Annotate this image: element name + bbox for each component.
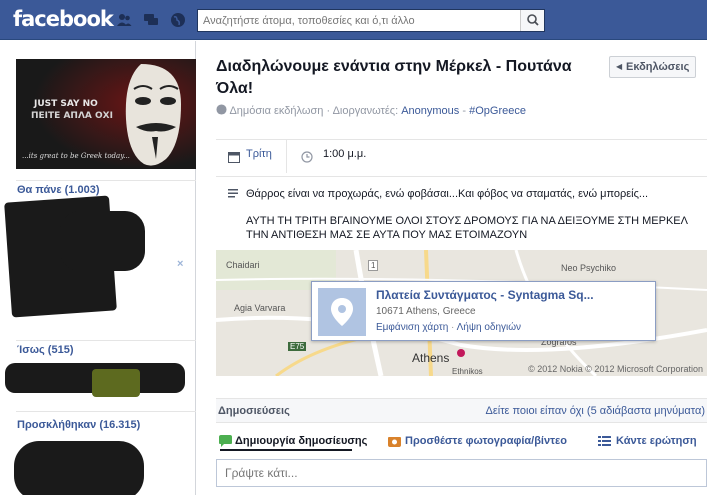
visibility-label: Δημόσια εκδήλωση bbox=[229, 105, 324, 117]
divider bbox=[216, 176, 707, 177]
question-list-icon bbox=[598, 436, 611, 446]
status-post-icon bbox=[219, 435, 232, 447]
close-icon[interactable]: × bbox=[177, 258, 183, 270]
search-box bbox=[197, 9, 545, 32]
map-label-chaidari: Chaidari bbox=[226, 260, 260, 270]
location-card: Πλατεία Συντάγματος - Syntagma Sq... 106… bbox=[311, 281, 656, 341]
map-label-neo-psychiko: Neo Psychiko bbox=[561, 263, 617, 273]
show-map-link[interactable]: Εμφάνιση χάρτη bbox=[376, 322, 448, 333]
event-description-line2: ΑΥΤΗ ΤΗ ΤΡΙΤΗ ΒΓΑΙΝΟΥΜΕ ΟΛΟΙ ΣΤΟΥΣ ΔΡΟΜΟ… bbox=[246, 215, 688, 241]
notifications-globe-icon[interactable] bbox=[170, 12, 186, 28]
divider bbox=[16, 340, 196, 341]
posts-header: Δημοσιεύσεις Δείτε ποιοι είπαν όχι (5 αδ… bbox=[216, 398, 707, 423]
host-link-anonymous[interactable]: Anonymous bbox=[401, 105, 459, 117]
separator-dot: · bbox=[326, 105, 331, 117]
messages-icon[interactable] bbox=[143, 12, 159, 28]
events-back-button[interactable]: ◀ Εκδηλώσεις bbox=[609, 56, 697, 78]
public-globe-icon bbox=[216, 104, 227, 115]
map-pin-icon bbox=[331, 298, 353, 326]
write-something-input[interactable] bbox=[217, 460, 706, 486]
going-count-link[interactable]: Θα πάνε (1.003) bbox=[17, 184, 100, 196]
friend-requests-icon[interactable] bbox=[116, 12, 132, 28]
active-tab-indicator bbox=[220, 449, 352, 451]
map-copyright: © 2012 Nokia © 2012 Microsoft Corporatio… bbox=[528, 364, 703, 374]
location-thumbnail[interactable] bbox=[318, 288, 366, 336]
location-address: 10671 Athens, Greece bbox=[376, 306, 476, 317]
maybe-count-link[interactable]: Ίσως (515) bbox=[17, 344, 73, 356]
chevron-left-icon: ◀ bbox=[616, 62, 623, 71]
event-cover-photo[interactable]: JUST SAY NO ΠΕΙΤΕ ΑΠΛΑ ΟΧΙ ...its great … bbox=[16, 59, 196, 169]
hosts-label: Διοργανωτές: bbox=[332, 105, 399, 117]
tab-add-photo-video[interactable]: Προσθέστε φωτογραφία/βίντεο bbox=[405, 435, 567, 447]
top-bar: facebook bbox=[0, 0, 707, 40]
divider bbox=[216, 139, 707, 140]
event-day[interactable]: Τρίτη bbox=[246, 148, 272, 166]
location-name-link[interactable]: Πλατεία Συντάγματος - Syntagma Sq... bbox=[376, 288, 646, 302]
facebook-logo[interactable]: facebook bbox=[13, 7, 114, 31]
cover-text-line1: JUST SAY NO bbox=[34, 99, 98, 109]
search-icon bbox=[527, 14, 539, 26]
map-route-e75-badge: E75 bbox=[288, 342, 307, 351]
invited-count-link[interactable]: Προσκλήθηκαν (16.315) bbox=[17, 419, 140, 431]
event-time: 1:00 μ.μ. bbox=[323, 148, 367, 160]
search-input[interactable] bbox=[198, 10, 516, 31]
events-button-label: Εκδηλώσεις bbox=[626, 61, 690, 73]
separator-dot: · bbox=[451, 322, 455, 333]
tab-create-post[interactable]: Δημιουργία δημοσίευσης bbox=[235, 435, 367, 447]
map-label-athens: Athens bbox=[412, 351, 450, 365]
map-route-1-badge: 1 bbox=[368, 260, 379, 271]
composer-box bbox=[216, 459, 707, 487]
divider bbox=[16, 411, 196, 412]
search-button[interactable] bbox=[520, 10, 544, 31]
location-links: Εμφάνιση χάρτη · Λήψη οδηγιών bbox=[376, 322, 521, 333]
map-label-ethnikos: Ethnikos bbox=[452, 367, 483, 376]
calendar-icon bbox=[228, 152, 240, 163]
declined-link[interactable]: Δείτε ποιοι είπαν όχι (5 αδιάβαστα μηνύμ… bbox=[486, 405, 706, 417]
event-meta: Δημόσια εκδήλωση · Διοργανωτές: Anonymou… bbox=[216, 104, 526, 117]
clock-icon bbox=[301, 151, 313, 163]
get-directions-link[interactable]: Λήψη οδηγιών bbox=[457, 322, 521, 333]
description-lines-icon bbox=[228, 189, 238, 198]
redacted-avatars bbox=[14, 441, 144, 495]
redacted-avatars bbox=[92, 369, 140, 397]
divider bbox=[16, 180, 196, 181]
map-label-agia-varvara: Agia Varvara bbox=[234, 303, 286, 313]
camera-icon bbox=[388, 437, 401, 447]
cover-text-line3: ...its great to be Greek today... bbox=[22, 152, 130, 160]
tab-ask-question[interactable]: Κάντε ερώτηση bbox=[616, 435, 697, 447]
event-location-map[interactable]: Chaidari Neo Psychiko Agia Varvara Athen… bbox=[216, 250, 707, 376]
left-column: JUST SAY NO ΠΕΙΤΕ ΑΠΛΑ ΟΧΙ ...its great … bbox=[0, 41, 196, 495]
event-description-line1: Θάρρος είναι να προχωράς, ενώ φοβάσαι...… bbox=[246, 188, 649, 200]
separator-dash: - bbox=[462, 105, 467, 117]
divider bbox=[286, 140, 287, 173]
event-title: Διαδηλώνουμε ενάντια στην Μέρκελ - Πουτά… bbox=[216, 58, 572, 97]
redacted-avatars bbox=[60, 211, 145, 271]
host-link-opgreece[interactable]: #OpGreece bbox=[469, 105, 526, 117]
posts-title: Δημοσιεύσεις bbox=[218, 405, 290, 417]
event-main: Διαδηλώνουμε ενάντια στην Μέρκελ - Πουτά… bbox=[197, 41, 707, 495]
cover-text-line2: ΠΕΙΤΕ ΑΠΛΑ ΟΧΙ bbox=[31, 111, 113, 121]
